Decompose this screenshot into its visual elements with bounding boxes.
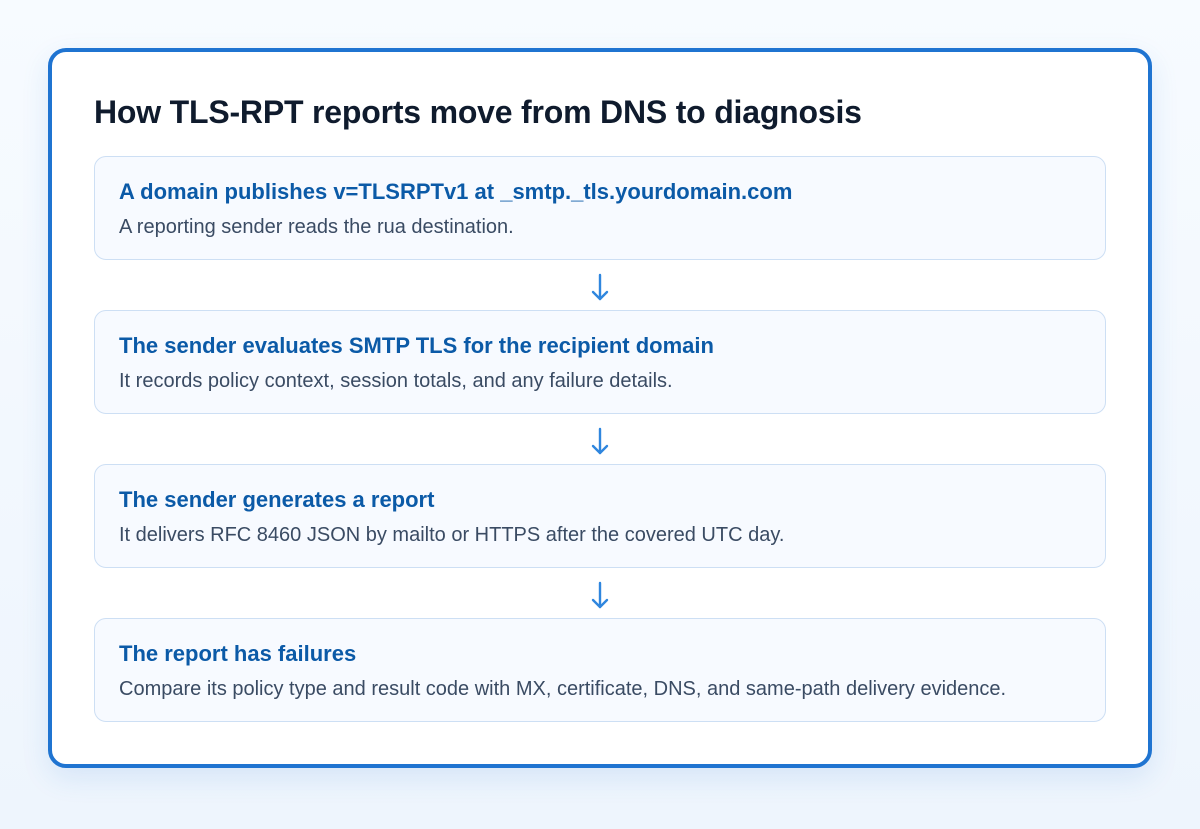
arrow-down-icon (591, 427, 609, 455)
step-2-description: It records policy context, session total… (119, 370, 673, 392)
step-1-title: A domain publishes v=TLSRPTv1 at _smtp._… (119, 179, 793, 204)
arrow-down-icon (591, 273, 609, 301)
step-1-description: A reporting sender reads the rua destina… (119, 216, 514, 238)
step-4-title: The report has failures (119, 641, 357, 666)
arrow-down-icon (591, 581, 609, 609)
diagram-title: How TLS-RPT reports move from DNS to dia… (94, 94, 862, 130)
flow-step-4: The report has failures Compare its poli… (94, 618, 1106, 722)
flow-step-1: A domain publishes v=TLSRPTv1 at _smtp._… (94, 156, 1106, 260)
step-3-description: It delivers RFC 8460 JSON by mailto or H… (119, 524, 785, 546)
step-2-title: The sender evaluates SMTP TLS for the re… (119, 333, 714, 358)
flow-step-2: The sender evaluates SMTP TLS for the re… (94, 310, 1106, 414)
step-3-title: The sender generates a report (119, 487, 435, 512)
flow-diagram-card: How TLS-RPT reports move from DNS to dia… (48, 48, 1152, 768)
flow-step-3: The sender generates a report It deliver… (94, 464, 1106, 568)
step-4-description: Compare its policy type and result code … (119, 678, 1007, 700)
